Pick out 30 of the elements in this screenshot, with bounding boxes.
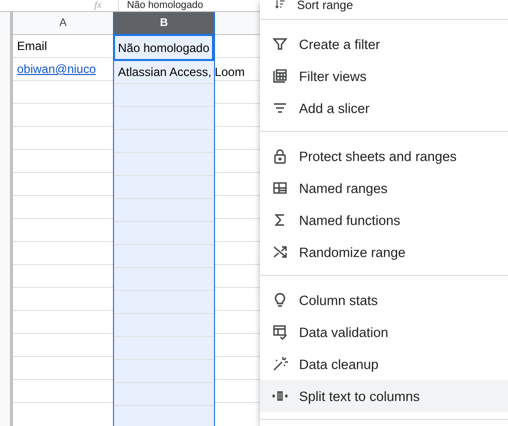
wand-icon xyxy=(272,356,288,372)
menu-item[interactable]: Protect sheets and ranges xyxy=(260,140,508,172)
funnel-icon xyxy=(272,36,288,52)
menu-item[interactable]: Sort range xyxy=(260,0,508,12)
menu-item[interactable]: Randomize range xyxy=(260,236,508,268)
cell-text: Atlassian Access, Loom xyxy=(118,65,245,79)
menu-item[interactable]: Add a slicer xyxy=(260,92,508,124)
email-link[interactable]: obiwan@niuco xyxy=(17,62,113,76)
formula-value[interactable]: Não homologado xyxy=(127,0,204,11)
function-label: fx xyxy=(94,0,102,11)
column-header[interactable]: B xyxy=(114,12,214,35)
checklist-icon xyxy=(272,324,288,340)
shuffle-icon xyxy=(272,244,288,260)
menu-item[interactable]: Data cleanup xyxy=(260,348,508,380)
menu-item[interactable]: Named ranges xyxy=(260,172,508,204)
menu-item[interactable]: Split text to columns xyxy=(260,380,508,412)
menu-item[interactable]: Data validation xyxy=(260,316,508,348)
menu-item[interactable]: Create a filter xyxy=(260,28,508,60)
menu-item[interactable]: Filter views xyxy=(260,60,508,92)
lock-icon xyxy=(272,148,288,164)
table-icon xyxy=(272,180,288,196)
menu-item[interactable]: Column stats xyxy=(260,284,508,316)
lightbulb-icon xyxy=(272,292,288,308)
cell-text: Email xyxy=(17,39,48,53)
sort-icon xyxy=(274,0,286,10)
column-header[interactable]: A xyxy=(13,12,113,35)
cell-text: Não homologado xyxy=(118,40,210,54)
active-cell[interactable]: Não homologado xyxy=(113,34,214,61)
menu-item[interactable]: Named functions xyxy=(260,204,508,236)
table-icon xyxy=(272,68,288,84)
